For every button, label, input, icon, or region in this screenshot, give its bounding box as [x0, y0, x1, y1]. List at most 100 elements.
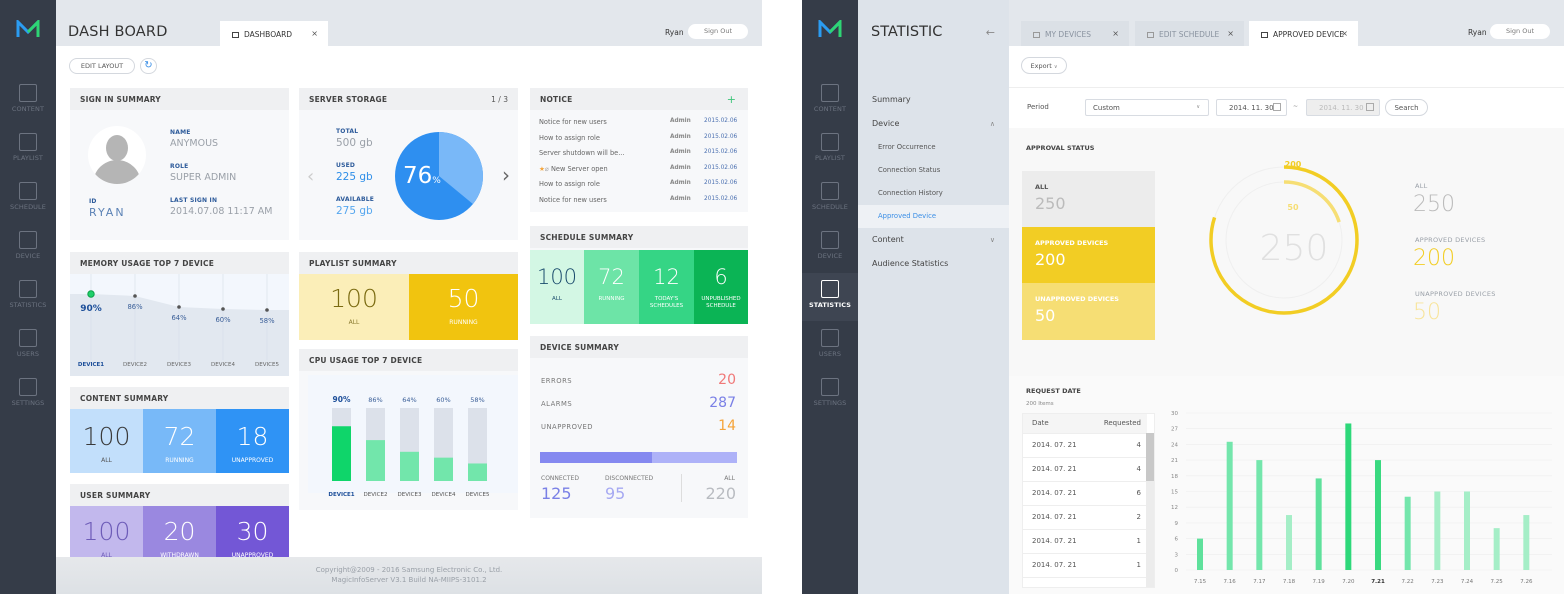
period-select[interactable]: Custom ∨: [1085, 99, 1209, 116]
prev-arrow-icon[interactable]: ‹: [307, 166, 314, 187]
notice-row[interactable]: ★⌀ New Server open Admin 2015.02.06: [539, 165, 739, 181]
close-icon[interactable]: ×: [311, 29, 318, 38]
nav-item-schedule[interactable]: SCHEDULE: [0, 175, 56, 223]
content-unapproved-tile[interactable]: 18 UNAPPROVED: [216, 409, 289, 473]
column-header-requested[interactable]: Requested: [1091, 414, 1147, 434]
tab-dashboard[interactable]: DASHBOARD ×: [220, 21, 328, 46]
nav-label: USERS: [16, 350, 40, 358]
stat-nav-connection-history[interactable]: Connection History: [858, 182, 1009, 205]
close-icon[interactable]: ×: [1112, 29, 1119, 38]
nav-label: USERS: [818, 350, 842, 358]
nav-item-settings[interactable]: SETTINGS: [0, 371, 56, 419]
nav-item-statistics[interactable]: STATISTICS: [802, 273, 858, 321]
stat-nav-audience-statistics[interactable]: Audience Statistics: [858, 252, 1009, 276]
nav-item-schedule[interactable]: SCHEDULE: [802, 175, 858, 223]
date-from-input[interactable]: 2014. 11. 30: [1216, 99, 1287, 116]
notice-row[interactable]: How to assign role Admin 2015.02.06: [539, 134, 739, 150]
connection-progress-bar: [540, 452, 737, 463]
collapse-back-icon[interactable]: ←: [986, 26, 995, 39]
y-tick-label: 0: [1175, 568, 1179, 574]
notice-row[interactable]: Server shutdown will be... Admin 2015.02.0…: [539, 149, 739, 165]
edit-layout-button[interactable]: EDIT LAYOUT: [69, 58, 135, 74]
notice-row[interactable]: Notice for new users Admin 2015.02.06: [539, 196, 739, 212]
notice-title: How to assign role: [539, 180, 600, 188]
playlist-all-tile[interactable]: 100 ALL: [299, 274, 409, 340]
memory-point: [265, 308, 269, 312]
stat-nav-error-occurrence[interactable]: Error Occurrence: [858, 136, 1009, 159]
card-title: USER SUMMARY: [70, 484, 289, 506]
schedule-today-tile[interactable]: 12 TODAY'S SCHEDULES: [639, 250, 694, 324]
refresh-icon[interactable]: ↻: [140, 58, 157, 74]
table-row[interactable]: 2014. 07. 21 6: [1023, 481, 1147, 506]
table-row[interactable]: 2014. 07. 21 1: [1023, 553, 1147, 578]
id-value: RYAN: [89, 206, 126, 219]
notice-date: 2015.02.06: [704, 164, 738, 171]
playlist-icon: [821, 133, 839, 151]
stat-nav-device[interactable]: Device ∧: [858, 112, 1009, 136]
search-button[interactable]: Search: [1385, 99, 1428, 116]
nav-item-device[interactable]: DEVICE: [0, 224, 56, 272]
schedule-unpublished-tile[interactable]: 6 UNPUBLISHED SCHEDULE: [694, 250, 748, 324]
server-storage-card: SERVER STORAGE 1 / 3 ‹ › TOTAL 500 gb US…: [299, 88, 518, 240]
scrollbar-thumb[interactable]: [1146, 433, 1154, 481]
disconnected-label: DISCONNECTED: [605, 475, 654, 482]
schedule-all-tile[interactable]: 100 ALL: [530, 250, 584, 324]
content-all-tile[interactable]: 100 ALL: [70, 409, 143, 473]
connection-progress-fill: [540, 452, 653, 463]
nav-label: CONTENT: [813, 105, 847, 113]
table-row[interactable]: 2014. 07. 21 4: [1023, 457, 1147, 482]
users-unapproved-tile[interactable]: 30 UNAPPROVED: [216, 506, 289, 557]
tab-approved-device[interactable]: APPROVED DEVICE ×: [1249, 21, 1358, 46]
content-running-tile[interactable]: 72 RUNNING: [143, 409, 216, 473]
cpu-bar-fill: [400, 451, 419, 481]
nav-item-users[interactable]: USERS: [802, 322, 858, 370]
stat-nav-content[interactable]: Content ∨: [858, 228, 1009, 252]
nav-item-playlist[interactable]: PLAYLIST: [0, 126, 56, 174]
close-icon[interactable]: ×: [1341, 29, 1348, 38]
users-withdrawn-tile[interactable]: 20 WITHDRAWN: [143, 506, 216, 557]
device-tick-label: DEVICE2: [364, 492, 388, 498]
content-icon: [19, 84, 37, 102]
nav-item-device[interactable]: DEVICE: [802, 224, 858, 272]
sign-out-button[interactable]: Sign Out: [1490, 24, 1550, 39]
table-row[interactable]: 2014. 07. 21 1: [1023, 529, 1147, 554]
nav-item-content[interactable]: CONTENT: [0, 77, 56, 125]
nav-item-playlist[interactable]: PLAYLIST: [802, 126, 858, 174]
device-tick-label: DEVICE3: [398, 492, 422, 498]
users-icon: [821, 329, 839, 347]
stat-nav-approved-device[interactable]: Approved Device: [858, 205, 1009, 228]
y-tick-label: 15: [1171, 490, 1178, 496]
copyright-text: Copyright@2009 - 2016 Samsung Electronic…: [315, 566, 503, 574]
stat-nav-connection-status[interactable]: Connection Status: [858, 159, 1009, 182]
nav-item-users[interactable]: USERS: [0, 322, 56, 370]
build-text: MagicInfoServer V3.1 Build NA-MIIPS-3101…: [331, 576, 487, 584]
column-header-date[interactable]: Date: [1023, 414, 1092, 434]
notice-title: Notice for new users: [539, 195, 607, 204]
request-date-bar-chart: 0 3 6 9 12 15 18 21 24 27 30 7.15 7.16 7.17 7.18 7.19 7.…: [1171, 411, 1552, 585]
add-notice-icon[interactable]: +: [727, 93, 736, 106]
nav-label: PLAYLIST: [12, 154, 44, 162]
users-all-tile[interactable]: 100 ALL: [70, 506, 143, 557]
device-icon: [821, 231, 839, 249]
nav-item-settings[interactable]: SETTINGS: [802, 371, 858, 419]
notice-row[interactable]: Notice for new users Admin 2015.02.06: [539, 118, 739, 134]
nav-item-statistics[interactable]: STATISTICS: [0, 273, 56, 321]
nav-item-content[interactable]: CONTENT: [802, 77, 858, 125]
date-cell: 2014. 07. 21: [1023, 481, 1092, 506]
schedule-running-tile[interactable]: 72 RUNNING: [584, 250, 639, 324]
date-to-input[interactable]: 2014. 11. 30: [1306, 99, 1380, 116]
close-icon[interactable]: ×: [1227, 29, 1234, 38]
tab-my-devices[interactable]: MY DEVICES ×: [1021, 21, 1129, 46]
sign-out-button[interactable]: Sign Out: [688, 24, 748, 39]
notice-row[interactable]: How to assign role Admin 2015.02.06: [539, 180, 739, 196]
tab-edit-schedule[interactable]: EDIT SCHEDULE ×: [1135, 21, 1244, 46]
next-arrow-icon[interactable]: ›: [502, 163, 510, 187]
date-cell: 2014. 07. 21: [1023, 529, 1092, 554]
table-row[interactable]: 2014. 07. 21 2: [1023, 505, 1147, 530]
date-cell: 2014. 07. 21: [1023, 433, 1092, 458]
stat-nav-summary[interactable]: Summary: [858, 88, 1009, 112]
table-row[interactable]: 2014. 07. 21 4: [1023, 433, 1147, 458]
playlist-running-tile[interactable]: 50 RUNNING: [409, 274, 518, 340]
scrollbar[interactable]: [1146, 433, 1154, 587]
export-dropdown[interactable]: Export ∨: [1021, 57, 1067, 74]
